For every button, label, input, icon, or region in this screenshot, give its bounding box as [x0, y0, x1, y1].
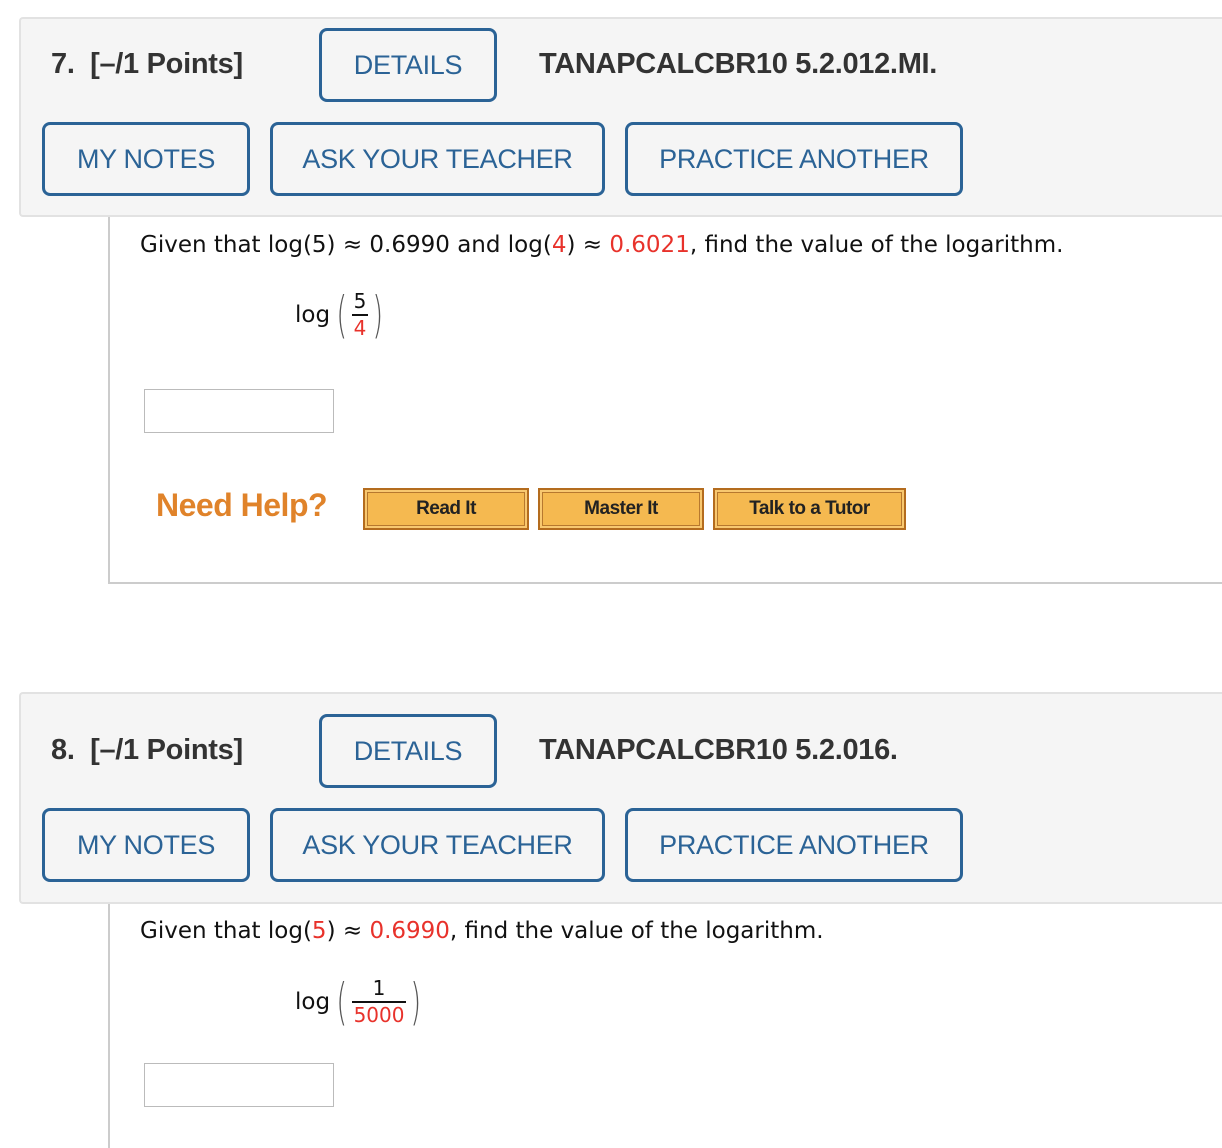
points-label: [–/1 Points] — [90, 48, 243, 80]
question-7-body: Given that log(5) ≈ 0.6990 and log(4) ≈ … — [108, 217, 1222, 584]
question-code: TANAPCALCBR10 5.2.016. — [539, 734, 898, 766]
prompt-highlight: 5 — [311, 918, 327, 944]
question-8-header: 8. [–/1 Points] DETAILS TANAPCALCBR10 5.… — [19, 692, 1222, 904]
prompt-highlight: 0.6021 — [609, 232, 690, 258]
left-paren: ( — [336, 286, 348, 344]
question-prompt: Given that log(5) ≈ 0.6990, find the val… — [140, 918, 824, 944]
details-button[interactable]: DETAILS — [319, 28, 497, 102]
ask-your-teacher-button[interactable]: ASK YOUR TEACHER — [270, 808, 605, 882]
details-button[interactable]: DETAILS — [319, 714, 497, 788]
fraction-numerator: 5 — [353, 289, 367, 313]
question-prompt: Given that log(5) ≈ 0.6990 and log(4) ≈ … — [140, 232, 1063, 258]
log-expression: log ( 5 4 ) — [295, 290, 388, 340]
prompt-highlight: 4 — [551, 232, 567, 258]
talk-to-tutor-button[interactable]: Talk to a Tutor — [713, 488, 906, 530]
right-paren: ) — [410, 973, 422, 1031]
question-7-header: 7. [–/1 Points] DETAILS TANAPCALCBR10 5.… — [19, 17, 1222, 217]
right-paren: ) — [372, 286, 384, 344]
prompt-text: ) ≈ — [326, 918, 370, 944]
fraction-denominator: 5000 — [353, 1003, 405, 1027]
log-function: log — [295, 989, 331, 1015]
answer-input[interactable] — [144, 1063, 334, 1107]
need-help-label: Need Help? — [156, 487, 328, 523]
answer-input[interactable] — [144, 389, 334, 433]
fraction-numerator: 1 — [372, 976, 386, 1000]
practice-another-button[interactable]: PRACTICE ANOTHER — [625, 808, 963, 882]
question-7-title: 7. [–/1 Points] — [51, 48, 243, 81]
fraction-denominator: 4 — [353, 316, 367, 340]
prompt-text: Given that log(5) ≈ 0.6990 and log( — [140, 232, 552, 258]
log-function: log — [295, 302, 331, 328]
question-8-body: Given that log(5) ≈ 0.6990, find the val… — [108, 904, 1222, 1148]
question-number: 7. — [51, 48, 75, 80]
read-it-button[interactable]: Read It — [363, 488, 529, 530]
prompt-text: ) ≈ — [566, 232, 610, 258]
my-notes-button[interactable]: MY NOTES — [42, 808, 250, 882]
practice-another-button[interactable]: PRACTICE ANOTHER — [625, 122, 963, 196]
question-code: TANAPCALCBR10 5.2.012.MI. — [539, 48, 938, 80]
master-it-button[interactable]: Master It — [538, 488, 704, 530]
fraction: 1 5000 — [351, 976, 407, 1027]
log-expression: log ( 1 5000 ) — [295, 977, 426, 1027]
question-8-title: 8. [–/1 Points] — [51, 734, 243, 767]
prompt-highlight: 0.6990 — [369, 918, 450, 944]
ask-your-teacher-button[interactable]: ASK YOUR TEACHER — [270, 122, 605, 196]
prompt-text: Given that log( — [140, 918, 312, 944]
points-label: [–/1 Points] — [90, 734, 243, 766]
my-notes-button[interactable]: MY NOTES — [42, 122, 250, 196]
prompt-text: , find the value of the logarithm. — [689, 232, 1064, 258]
question-number: 8. — [51, 734, 75, 766]
left-paren: ( — [336, 973, 348, 1031]
fraction: 5 4 — [351, 289, 369, 340]
prompt-text: , find the value of the logarithm. — [449, 918, 824, 944]
